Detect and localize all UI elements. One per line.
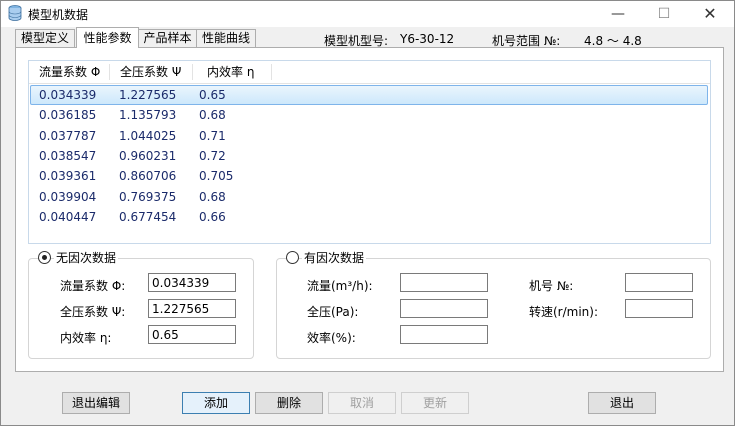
tab-panel: 流量系数 Φ 全压系数 Ψ 内效率 η 0.034339 1.227565 0.65… (15, 47, 724, 372)
list-cell: 0.037787 (39, 128, 97, 143)
list-cell: 0.68 (199, 108, 226, 123)
dimensionless-title: 无因次数据 (54, 249, 119, 266)
flow-coef-input[interactable]: 0.034339 (148, 273, 236, 292)
list-row[interactable]: 0.038547 0.960231 0.72 (31, 146, 707, 166)
window-title: 模型机数据 (28, 8, 89, 22)
add-button[interactable]: 添加 (182, 392, 250, 414)
list-cell: 0.960231 (119, 148, 177, 163)
list-cell: 0.65 (199, 88, 226, 102)
tab-product-samples[interactable]: 产品样本 (138, 29, 197, 47)
list-cell: 0.66 (199, 209, 226, 224)
efficiency-pct-input[interactable] (400, 325, 488, 344)
list-cell: 0.036185 (39, 108, 97, 123)
speed-input[interactable] (625, 299, 693, 318)
list-row[interactable]: 0.034339 1.227565 0.65 (30, 85, 708, 105)
list-cell: 1.135793 (119, 108, 177, 123)
maximize-icon[interactable]: ☐ (641, 1, 687, 27)
speed-label: 转速(r/min): (529, 305, 599, 319)
pressure-coef-input[interactable]: 1.227565 (148, 299, 236, 318)
minimize-icon[interactable]: — (595, 1, 641, 27)
title-bar: 模型机数据 — ☐ ✕ (1, 1, 734, 27)
tab-model-definition[interactable]: 模型定义 (15, 29, 75, 47)
dimensional-title: 有因次数据 (302, 249, 367, 266)
list-cell: 0.039361 (39, 169, 97, 184)
close-icon[interactable]: ✕ (687, 1, 733, 27)
dimensional-radio[interactable] (286, 251, 299, 264)
list-cell: 0.705 (199, 169, 234, 184)
cancel-button[interactable]: 取消 (328, 392, 396, 414)
total-pressure-input[interactable] (400, 299, 488, 318)
dimensionless-radio[interactable] (38, 251, 51, 264)
flow-rate-label: 流量(m³/h): (307, 279, 373, 293)
list-cell: 0.860706 (119, 169, 177, 184)
update-button[interactable]: 更新 (401, 392, 469, 414)
list-row[interactable]: 0.039361 0.860706 0.705 (31, 166, 707, 186)
pressure-coef-label: 全压系数 Ψ: (60, 305, 126, 319)
total-pressure-label: 全压(Pa): (307, 305, 359, 319)
list-cell: 1.044025 (119, 128, 177, 143)
list-cell: 0.71 (199, 128, 226, 143)
list-cell: 0.038547 (39, 148, 97, 163)
list-row[interactable]: 0.040447 0.677454 0.66 (31, 207, 707, 227)
performance-list[interactable]: 流量系数 Φ 全压系数 Ψ 内效率 η 0.034339 1.227565 0.65… (28, 60, 711, 244)
tab-performance-curves[interactable]: 性能曲线 (196, 29, 256, 47)
flow-coef-label: 流量系数 Φ: (60, 279, 126, 293)
exit-edit-button[interactable]: 退出编辑 (62, 392, 130, 414)
list-cell: 0.034339 (39, 88, 97, 102)
database-icon (8, 5, 22, 21)
flow-rate-input[interactable] (400, 273, 488, 292)
list-row[interactable]: 0.039904 0.769375 0.68 (31, 187, 707, 207)
machine-no-input[interactable] (625, 273, 693, 292)
column-header-pressure[interactable]: 全压系数 Ψ (120, 61, 181, 83)
efficiency-pct-label: 效率(%): (307, 331, 356, 345)
list-cell: 0.040447 (39, 209, 97, 224)
efficiency-input[interactable]: 0.65 (148, 325, 236, 344)
delete-button[interactable]: 删除 (255, 392, 323, 414)
list-cell: 0.68 (199, 189, 226, 204)
efficiency-label: 内效率 η: (60, 331, 112, 345)
list-cell: 1.227565 (119, 88, 177, 102)
machine-no-label: 机号 №: (529, 279, 574, 293)
list-cell: 0.039904 (39, 189, 97, 204)
model-value: Y6-30-12 (400, 32, 455, 46)
list-cell: 0.677454 (119, 209, 177, 224)
column-header-efficiency[interactable]: 内效率 η (207, 61, 254, 83)
list-cell: 0.72 (199, 148, 226, 163)
list-cell: 0.769375 (119, 189, 177, 204)
main-window: 模型机数据 — ☐ ✕ 模型定义 性能参数 产品样本 性能曲线 模型机型号: Y… (0, 0, 735, 426)
list-header: 流量系数 Φ 全压系数 Ψ 内效率 η (29, 61, 710, 84)
column-header-flow[interactable]: 流量系数 Φ (39, 61, 100, 83)
list-row[interactable]: 0.037787 1.044025 0.71 (31, 126, 707, 146)
exit-button[interactable]: 退出 (588, 392, 656, 414)
tab-performance-params[interactable]: 性能参数 (76, 27, 139, 48)
list-row[interactable]: 0.036185 1.135793 0.68 (31, 105, 707, 125)
